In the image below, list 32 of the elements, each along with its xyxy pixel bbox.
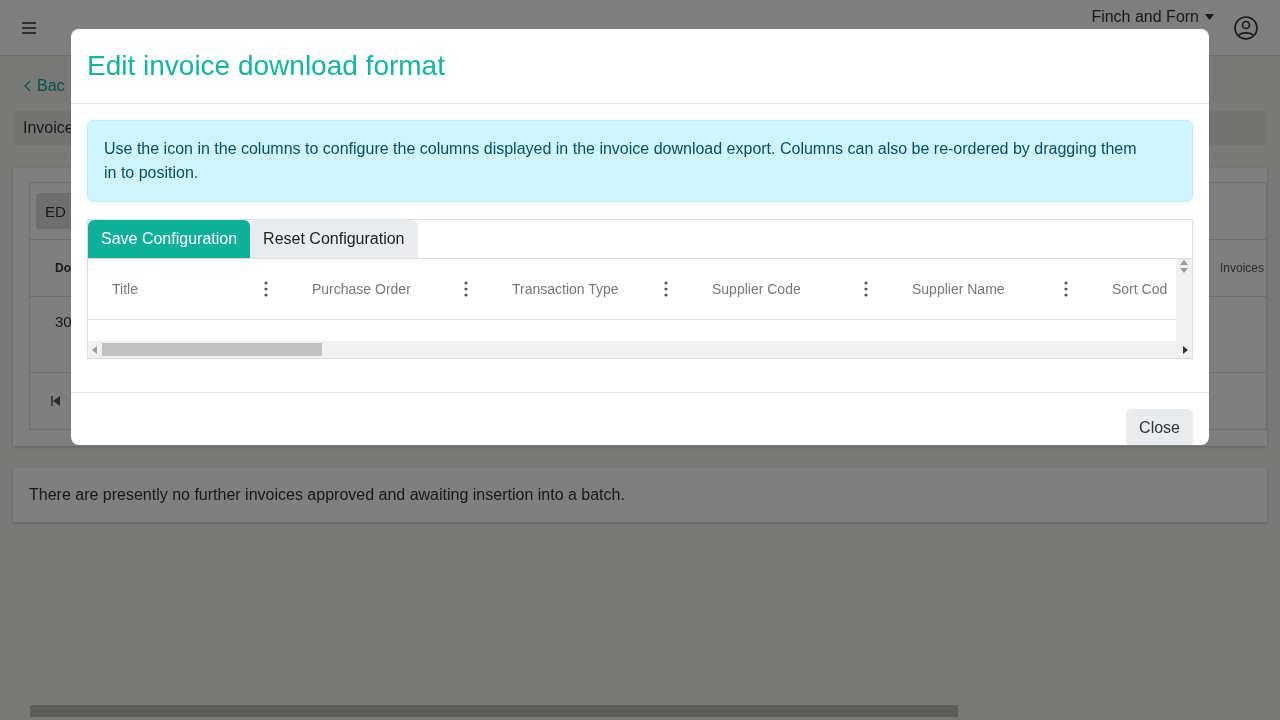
- chevron-left-icon: [24, 80, 31, 92]
- first-page-icon[interactable]: [51, 396, 60, 406]
- dialog-title: Edit invoice download format: [87, 50, 445, 82]
- column-header[interactable]: Transaction Type: [512, 281, 619, 297]
- kebab-menu-icon[interactable]: [864, 281, 868, 297]
- user-icon[interactable]: [1234, 15, 1258, 40]
- column-header[interactable]: Sort Cod: [1112, 281, 1168, 297]
- reset-button[interactable]: Reset Configuration: [250, 220, 418, 258]
- section-title: Invoice: [23, 119, 74, 137]
- account-name[interactable]: Finch and Forn: [1091, 8, 1199, 26]
- kebab-menu-icon[interactable]: [464, 281, 468, 297]
- column-header[interactable]: Invoices: [1219, 261, 1266, 275]
- column-header[interactable]: Supplier Code: [712, 281, 801, 297]
- scrollbar[interactable]: [88, 341, 1192, 358]
- scrollbar[interactable]: [1176, 259, 1192, 341]
- column-header[interactable]: Title: [112, 281, 138, 297]
- info-message: Use the icon in the columns to configure the columns displayed in the invoice download export. Columns can also be re-ordered by dragging them in to position.: [87, 120, 1193, 202]
- column-header[interactable]: Purchase Order: [312, 281, 411, 297]
- column-header[interactable]: Supplier Name: [912, 281, 1005, 297]
- notice-message: There are presently no further invoices approved and awaiting insertion into a batch.: [13, 468, 1267, 522]
- caret-icon: [1205, 14, 1214, 20]
- save-button[interactable]: Save Configuration: [88, 220, 251, 258]
- kebab-menu-icon[interactable]: [664, 281, 668, 297]
- close-button[interactable]: Close: [1126, 409, 1193, 445]
- scroll-left-icon[interactable]: [92, 345, 97, 354]
- table-cell: 30: [55, 313, 72, 330]
- column-header[interactable]: Do: [55, 261, 71, 275]
- kebab-menu-icon[interactable]: [1064, 281, 1068, 297]
- menu-icon[interactable]: [22, 21, 36, 34]
- kebab-menu-icon[interactable]: [264, 281, 268, 297]
- scroll-right-icon[interactable]: [1183, 345, 1188, 354]
- scroll-arrows-icon[interactable]: [1180, 259, 1188, 273]
